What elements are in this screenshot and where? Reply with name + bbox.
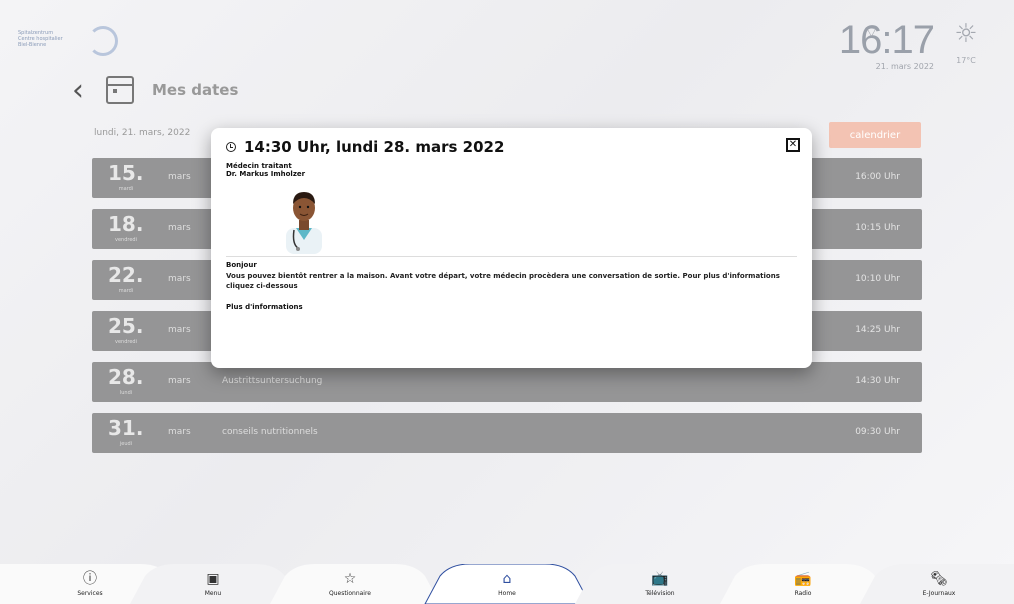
appointment-month: mars (168, 376, 191, 386)
page-header: ‹ Mes dates (72, 72, 238, 108)
modal-divider (226, 256, 797, 257)
appointment-weekday: vendredi (115, 237, 137, 243)
bottom-navigation: ⓘ Services ▣ Menu ☆ Questionnaire ⌂ Home… (0, 564, 1014, 604)
nav-label: Radio (794, 590, 812, 597)
nav-questionnaire[interactable]: ☆ Questionnaire (305, 570, 395, 597)
calendar-button[interactable]: calendrier (829, 122, 921, 148)
close-button[interactable]: ✕ (786, 138, 800, 152)
current-date: lundi, 21. mars, 2022 (94, 128, 191, 138)
nav-label: Home (498, 590, 516, 597)
nav-radio[interactable]: 📻 Radio (758, 570, 848, 597)
appointment-day: 18. (108, 212, 144, 236)
doctor-avatar (274, 184, 334, 254)
appointment-weekday: mardi (118, 288, 134, 294)
appointment-time: 09:30 Uhr (855, 427, 900, 437)
modal-title: 14:30 Uhr, lundi 28. mars 2022 (244, 138, 505, 156)
appointment-time: 10:10 Uhr (855, 274, 900, 284)
modal-message: Vous pouvez bientôt rentrer a la maison.… (226, 272, 780, 290)
nav-services[interactable]: ⓘ Services (45, 570, 135, 597)
appointment-weekday: mardi (118, 186, 134, 192)
nav-label: Questionnaire (328, 590, 371, 597)
appointment-month: mars (168, 274, 191, 284)
nav-menu[interactable]: ▣ Menu (168, 570, 258, 597)
sun-icon: ☼ (954, 19, 978, 49)
appointment-weekday: vendredi (115, 339, 137, 345)
doctor-role: Médecin traitant (226, 162, 292, 170)
more-info-link[interactable]: Plus d'informations (226, 303, 797, 311)
nav-home[interactable]: ⌂ Home (462, 570, 552, 597)
menu-icon: ▣ (206, 571, 220, 587)
appointment-day: 22. (108, 263, 144, 287)
appointment-day: 15. (108, 161, 144, 185)
doctor-name: Dr. Markus Imholzer (226, 170, 306, 178)
temperature: 17°C (956, 56, 976, 65)
appointment-day: 31. (108, 416, 144, 440)
questionnaire-icon: ☆ (343, 571, 357, 587)
appointment-row[interactable]: 28. lundi mars Austrittsuntersuchung 14:… (92, 362, 922, 402)
logo-arc (88, 26, 118, 56)
info-icon: ⓘ (83, 571, 97, 587)
hospital-logo: Spitalzentrum Centre hospitalier Biel-Bi… (18, 26, 118, 66)
radio-icon: 📻 (794, 571, 812, 587)
modal-greeting: Bonjour (226, 261, 257, 269)
appointment-time: 14:25 Uhr (855, 325, 900, 335)
nav-label: Menu (204, 590, 222, 597)
doctor-avatar-icon (286, 192, 322, 254)
weather-widget: ☼ 17°C (948, 20, 984, 65)
nav-label: Télévision (645, 590, 675, 597)
appointment-time: 16:00 Uhr (855, 172, 900, 182)
appointment-weekday: jeudi (119, 441, 133, 447)
nav-television[interactable]: 📺 Télévision (615, 570, 705, 597)
nav-label: E-Journaux (922, 590, 956, 597)
appointment-month: mars (168, 427, 191, 437)
appointment-day: 28. (108, 365, 144, 389)
page-title: Mes dates (152, 81, 239, 99)
appointment-row[interactable]: 31. jeudi mars conseils nutritionnels 09… (92, 413, 922, 453)
clock-icon (226, 142, 236, 152)
logo-line-3: Biel-Bienne (18, 42, 47, 48)
tv-icon: 📺 (651, 571, 669, 587)
back-arrow-icon[interactable]: ‹ (72, 73, 98, 108)
calendar-icon (106, 76, 134, 104)
appointment-month: mars (168, 223, 191, 233)
appointment-time: 14:30 Uhr (855, 376, 900, 386)
appointment-month: mars (168, 325, 191, 335)
appointment-detail-modal: 14:30 Uhr, lundi 28. mars 2022 ✕ Médecin… (211, 128, 812, 368)
appointment-day: 25. (108, 314, 144, 338)
appointment-weekday: lundi (119, 390, 133, 396)
clock-time: 16:17 (838, 18, 935, 62)
nav-e-journaux[interactable]: 🗞 E-Journaux (894, 570, 984, 597)
home-icon: ⌂ (502, 571, 512, 587)
appointment-time: 10:15 Uhr (855, 223, 900, 233)
nav-label: Services (77, 590, 103, 597)
appointment-event: conseils nutritionnels (222, 427, 318, 437)
newspaper-icon: 🗞 (930, 571, 948, 587)
appointment-event: Austrittsuntersuchung (222, 376, 323, 386)
clock-date: 21. mars 2022 (875, 62, 934, 71)
appointment-month: mars (168, 172, 191, 182)
